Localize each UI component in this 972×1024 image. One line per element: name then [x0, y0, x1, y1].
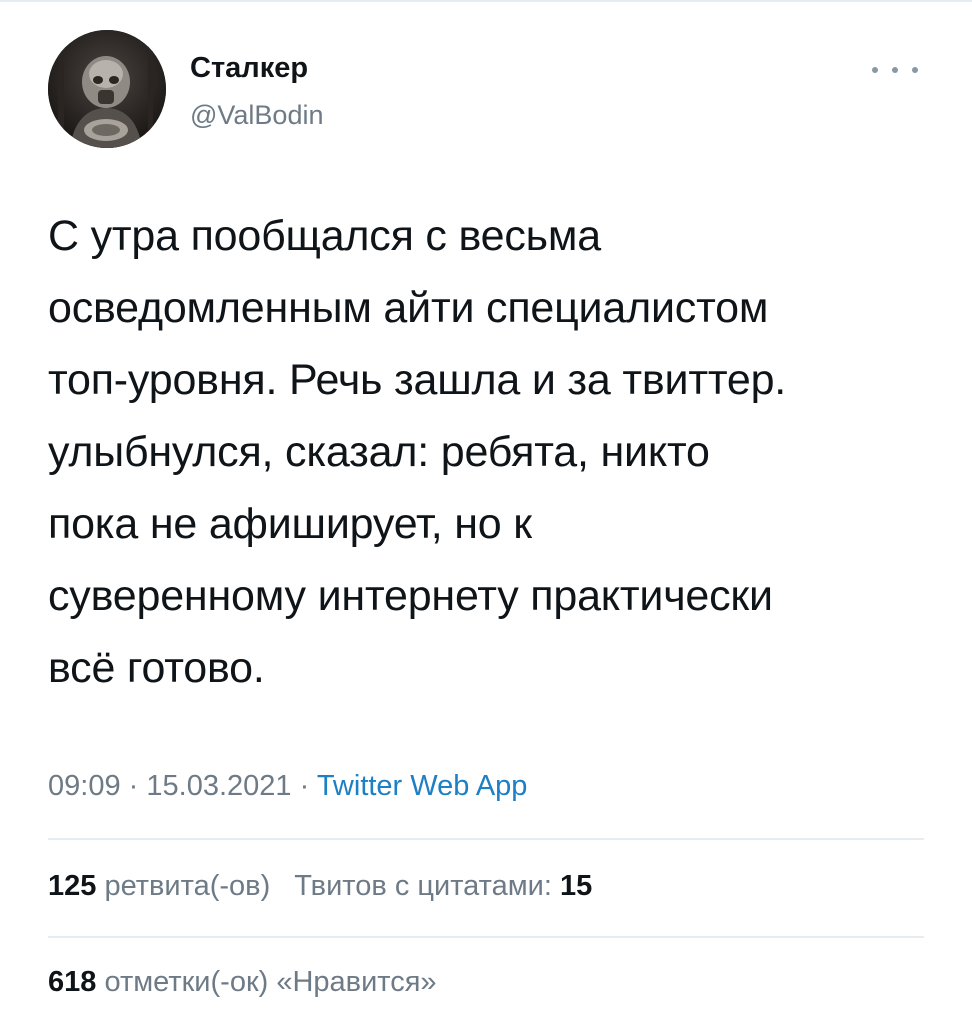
retweets-label: ретвита(-ов) [104, 870, 271, 902]
quote-tweets-count: 15 [559, 870, 593, 902]
more-dot [912, 67, 918, 73]
author-display-name[interactable]: Сталкер [190, 52, 308, 85]
more-dot [892, 67, 898, 73]
quote-tweets-stat[interactable]: Твитов с цитатами: 15 [294, 870, 592, 902]
meta-separator: · [128, 770, 139, 802]
tweet-date[interactable]: 15.03.2021 [146, 770, 291, 802]
author-handle[interactable]: @ValBodin [190, 100, 323, 131]
likes-stat[interactable]: 618 отметки(-ок) «Нравится» [48, 966, 437, 998]
author-avatar[interactable] [48, 30, 166, 148]
meta-separator: · [299, 770, 310, 802]
divider [48, 936, 924, 938]
likes-label: отметки(-ок) «Нравится» [104, 966, 437, 998]
avatar-image [48, 30, 166, 148]
top-divider [0, 0, 972, 2]
retweets-count: 125 [48, 870, 97, 902]
retweets-stat[interactable]: 125 ретвита(-ов) [48, 870, 270, 902]
tweet-meta: 09:09 · 15.03.2021 · Twitter Web App [48, 770, 527, 803]
divider [48, 838, 924, 840]
more-dot [872, 67, 878, 73]
more-options-icon[interactable] [872, 60, 918, 80]
tweet-time[interactable]: 09:09 [48, 770, 121, 802]
likes-stats-row: 618 отметки(-ок) «Нравится» [48, 966, 437, 999]
likes-count: 618 [48, 966, 97, 998]
tweet-source-link[interactable]: Twitter Web App [317, 770, 528, 802]
tweet-text: С утра пообщался с весьма осведомленным … [48, 212, 787, 692]
engagement-stats-row: 125 ретвита(-ов) Твитов с цитатами: 15 [48, 870, 592, 903]
quote-tweets-label: Твитов с цитатами: [294, 870, 552, 902]
